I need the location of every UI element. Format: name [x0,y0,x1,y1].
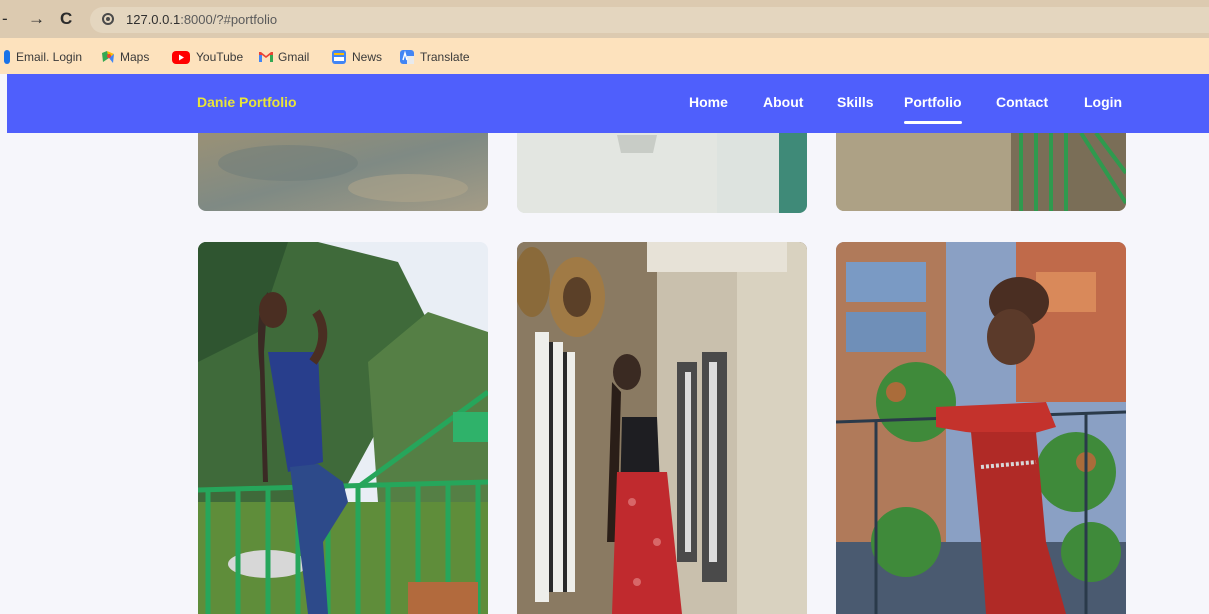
bookmark-news[interactable]: News [332,48,382,66]
address-bar[interactable]: 127.0.0.1:8000/?#portfolio [90,7,1209,33]
portfolio-photo-3 [836,133,1126,211]
nav-contact[interactable]: Contact [996,94,1048,110]
gmail-icon [258,50,273,64]
portfolio-photo-1 [198,133,488,211]
bookmark-label: Translate [420,50,470,64]
bookmark-icon [4,50,10,64]
bookmark-label: Email. Login [16,50,83,64]
bookmarks-bar: Email. Login Maps YouTube Gmail News Tra… [0,38,1209,74]
nav-skills[interactable]: Skills [837,94,874,110]
maps-icon [100,50,114,64]
back-arrow-icon[interactable]: - [2,9,8,29]
url-text[interactable]: 127.0.0.1:8000/?#portfolio [126,12,277,27]
browser-toolbar: - → C 127.0.0.1:8000/?#portfolio [0,0,1209,38]
bookmark-email-login[interactable]: Email. Login [4,48,82,66]
portfolio-card-4[interactable] [198,242,488,614]
site-brand[interactable]: Danie Portfolio [197,94,297,110]
bookmark-label: News [352,50,383,64]
bookmark-youtube[interactable]: YouTube [172,48,243,66]
forward-arrow-icon[interactable]: → [28,9,45,29]
nav-portfolio-label: Portfolio [904,94,962,110]
portfolio-card-5[interactable] [517,242,807,614]
bookmark-label: YouTube [196,50,244,64]
reload-icon[interactable]: C [60,9,72,29]
portfolio-card-2[interactable] [517,133,807,213]
youtube-icon [172,50,190,64]
portfolio-photo-4 [198,242,488,614]
news-icon [332,50,346,64]
portfolio-photo-2 [517,133,807,213]
site-info-icon[interactable] [102,13,114,25]
portfolio-card-3[interactable] [836,133,1126,211]
url-path: :8000/?#portfolio [180,12,278,27]
bookmark-label: Gmail [278,50,310,64]
portfolio-card-6[interactable] [836,242,1126,614]
nav-login[interactable]: Login [1084,94,1122,110]
translate-icon [400,50,414,64]
bookmark-gmail[interactable]: Gmail [258,48,309,66]
site-navbar: Danie Portfolio Home About Skills Portfo… [7,74,1209,133]
nav-portfolio[interactable]: Portfolio [904,94,962,124]
bookmark-maps[interactable]: Maps [100,48,149,66]
active-nav-indicator [904,121,962,124]
nav-home[interactable]: Home [689,94,728,110]
portfolio-photo-5 [517,242,807,614]
portfolio-photo-6 [836,242,1126,614]
bookmark-translate[interactable]: Translate [400,48,470,66]
portfolio-card-1[interactable] [198,133,488,211]
nav-about[interactable]: About [763,94,803,110]
url-host: 127.0.0.1 [126,12,181,27]
bookmark-label: Maps [120,50,150,64]
